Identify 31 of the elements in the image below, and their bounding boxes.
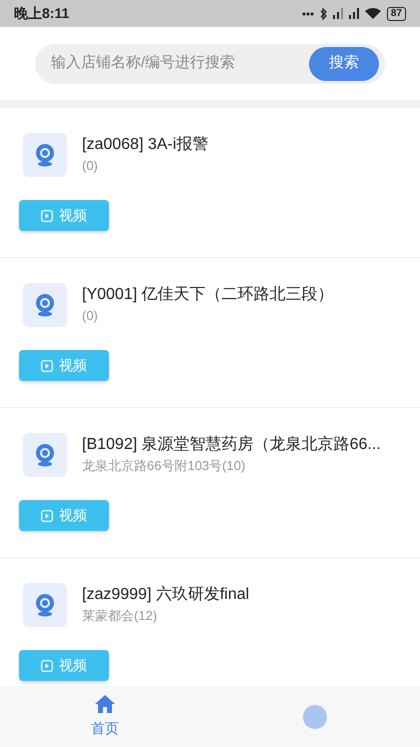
battery-level: 87 — [386, 6, 406, 20]
search-field[interactable]: 输入店铺名称/编号进行搜索 搜索 — [35, 44, 385, 84]
camera-icon — [23, 283, 67, 327]
play-icon — [41, 210, 53, 222]
camera-icon — [23, 133, 67, 177]
bluetooth-icon — [320, 8, 327, 20]
store-title: [B1092] 泉源堂智慧药房（龙泉北京路66... — [82, 435, 381, 455]
avatar-icon — [303, 704, 327, 728]
play-icon — [41, 360, 53, 372]
more-dots-icon — [302, 12, 314, 16]
camera-icon — [23, 433, 67, 477]
status-time: 晚上8:11 — [14, 4, 70, 23]
store-subtitle: 龙泉北京路66号附103号(10) — [82, 457, 246, 475]
video-button[interactable]: 视频 — [19, 650, 109, 681]
video-button[interactable]: 视频 — [19, 500, 109, 531]
signal-icon — [332, 8, 343, 19]
store-title: [Y0001] 亿佳天下（二环路北三段） — [82, 285, 334, 305]
store-title: [zaz9999] 六玖研发final — [82, 585, 250, 605]
store-title: [za0068] 3A-i报警 — [82, 135, 208, 155]
store-subtitle: 莱蒙都会(12) — [82, 607, 158, 625]
video-button[interactable]: 视频 — [19, 350, 109, 381]
home-icon — [94, 694, 116, 714]
store-subtitle: (0) — [82, 157, 99, 175]
wifi-icon — [364, 8, 381, 19]
video-button[interactable]: 视频 — [19, 200, 109, 231]
search-button[interactable]: 搜索 — [309, 46, 379, 80]
signal-icon — [348, 8, 359, 19]
camera-icon — [23, 583, 67, 627]
play-icon — [41, 510, 53, 522]
play-icon — [41, 660, 53, 672]
store-subtitle: (0) — [82, 307, 99, 325]
